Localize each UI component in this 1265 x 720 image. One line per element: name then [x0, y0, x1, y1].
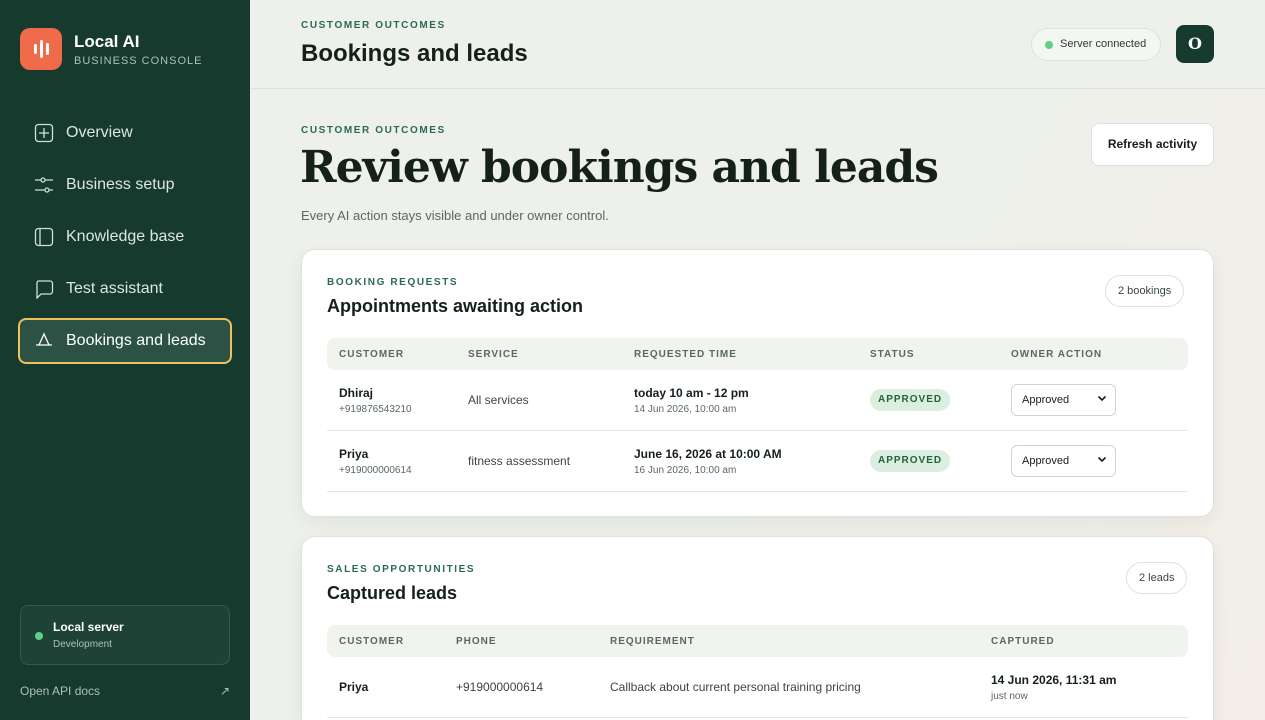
captured-time: 14 Jun 2026, 11:31 am [991, 673, 1117, 687]
column-header: CUSTOMER [339, 349, 405, 360]
main-content: CUSTOMER OUTCOMES Review bookings and le… [250, 90, 1265, 720]
service: fitness assessment [468, 454, 571, 468]
sidebar-item-overview[interactable]: Overview [18, 110, 232, 156]
sliders-icon [34, 175, 54, 195]
customer-name: Dhiraj [339, 386, 374, 400]
service: All services [468, 393, 529, 407]
table-row: Priya +919000000614 fitness assessment J… [327, 431, 1188, 492]
sidebar-item-test-assistant[interactable]: Test assistant [18, 266, 232, 312]
requested-time-detail: 16 Jun 2026, 10:00 am [634, 465, 737, 476]
sidebar: Local AI BUSINESS CONSOLE Overview Busin… [0, 0, 250, 720]
brand-subtitle: BUSINESS CONSOLE [74, 54, 203, 67]
column-header: REQUESTED TIME [634, 349, 737, 360]
customer-name: Priya [339, 447, 369, 461]
sidebar-item-label: Overview [66, 124, 133, 141]
refresh-activity-button[interactable]: Refresh activity [1091, 123, 1214, 166]
brand-name: Local AI [74, 31, 140, 51]
avatar[interactable]: O [1176, 25, 1214, 63]
status-badge: APPROVED [870, 389, 951, 411]
sidebar-item-label: Business setup [66, 176, 175, 193]
table-row: Dhiraj +919876543210 All services today … [327, 370, 1188, 431]
requirement: Callback about current personal training… [610, 680, 861, 694]
status-label: Server connected [1060, 38, 1147, 50]
leads-card: SALES OPPORTUNITIES Captured leads 2 lea… [301, 536, 1214, 720]
topbar-eyebrow: CUSTOMER OUTCOMES [301, 20, 446, 31]
sidebar-item-label: Test assistant [66, 280, 163, 297]
bookings-count-badge: 2 bookings [1105, 275, 1185, 307]
customer-phone: +919876543210 [339, 404, 412, 415]
plus-square-icon [34, 123, 54, 143]
page-title: Bookings and leads [301, 40, 528, 67]
server-connected-badge: Server connected [1031, 28, 1162, 61]
leads-eyebrow: SALES OPPORTUNITIES [327, 564, 476, 575]
bookings-card: BOOKING REQUESTS Appointments awaiting a… [301, 249, 1214, 517]
hero-title: Review bookings and leads [300, 142, 939, 193]
customer-name: Priya [339, 680, 369, 694]
brand[interactable]: Local AI BUSINESS CONSOLE [20, 28, 202, 70]
status-badge: APPROVED [870, 450, 951, 472]
customer-phone: +919000000614 [456, 680, 544, 694]
bookings-eyebrow: BOOKING REQUESTS [327, 277, 459, 288]
leads-count-badge: 2 leads [1126, 562, 1188, 594]
column-header: REQUIREMENT [610, 636, 695, 647]
external-link-icon: ↗ [219, 684, 230, 698]
hero-subtitle: Every AI action stays visible and under … [301, 208, 609, 223]
server-subtitle: Development [53, 639, 112, 650]
column-header: PHONE [456, 636, 497, 647]
column-header: CUSTOMER [339, 636, 405, 647]
leads-title: Captured leads [327, 583, 458, 603]
sidebar-item-label: Knowledge base [66, 228, 185, 245]
sidebar-item-label: Bookings and leads [66, 332, 206, 349]
server-status-dot [35, 632, 43, 640]
requested-time: today 10 am - 12 pm [634, 386, 749, 400]
status-dot-icon [1045, 41, 1053, 49]
api-docs-label: Open API docs [20, 684, 101, 698]
table-row: Priya +919000000614 Callback about curre… [327, 657, 1188, 718]
sidebar-item-knowledge-base[interactable]: Knowledge base [18, 214, 232, 260]
api-docs-link[interactable]: Open API docs ↗ [20, 684, 230, 698]
requested-time: June 16, 2026 at 10:00 AM [634, 447, 782, 461]
chevron-down-icon [1097, 446, 1107, 476]
chevron-down-icon [1097, 385, 1107, 415]
sidebar-item-bookings-and-leads[interactable]: Bookings and leads [18, 318, 232, 364]
customer-phone: +919000000614 [339, 465, 412, 476]
column-header: CAPTURED [991, 636, 1055, 647]
column-header: STATUS [870, 349, 915, 360]
owner-action-value: Approved [1022, 394, 1070, 406]
hero-eyebrow: CUSTOMER OUTCOMES [301, 125, 446, 136]
sidebar-nav: Overview Business setup Knowledge base T… [18, 110, 232, 370]
inbox-icon [34, 331, 54, 351]
requested-time-detail: 14 Jun 2026, 10:00 am [634, 404, 737, 415]
server-status-card: Local server Development [20, 605, 230, 665]
owner-action-select[interactable]: Approved [1011, 445, 1116, 477]
book-icon [34, 227, 54, 247]
leads-table-header: CUSTOMER PHONE REQUIREMENT CAPTURED [327, 625, 1188, 657]
chat-icon [34, 279, 54, 299]
captured-relative: just now [991, 691, 1028, 702]
sidebar-item-business-setup[interactable]: Business setup [18, 162, 232, 208]
bookings-title: Appointments awaiting action [327, 296, 584, 316]
column-header: OWNER ACTION [1011, 349, 1103, 360]
bookings-table-header: CUSTOMER SERVICE REQUESTED TIME STATUS O… [327, 338, 1188, 370]
topbar: CUSTOMER OUTCOMES Bookings and leads Ser… [250, 0, 1265, 89]
column-header: SERVICE [468, 349, 519, 360]
owner-action-value: Approved [1022, 455, 1070, 467]
owner-action-select[interactable]: Approved [1011, 384, 1116, 416]
logo-icon [20, 28, 62, 70]
server-title: Local server [53, 620, 124, 634]
